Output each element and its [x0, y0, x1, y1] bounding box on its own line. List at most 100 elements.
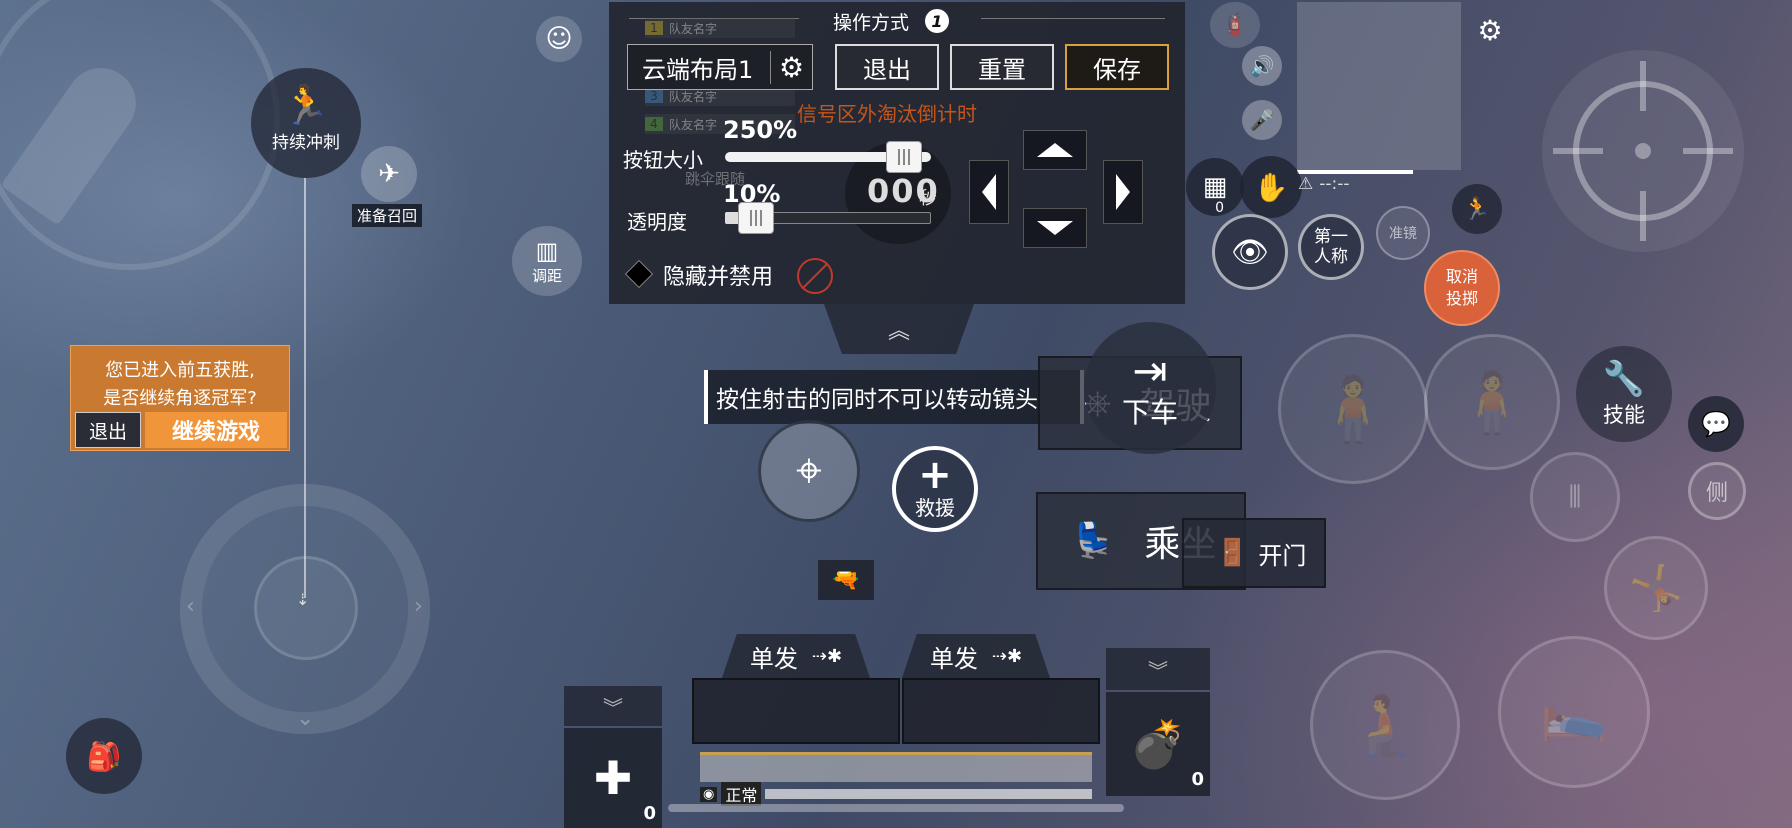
first-person-label: 第一人称: [1314, 227, 1348, 267]
cancel-throw-button[interactable]: 取消投掷: [1424, 250, 1500, 326]
save-button[interactable]: 保存: [1065, 44, 1169, 90]
collapse-panel-tab[interactable]: ︽: [824, 304, 974, 354]
auto-run-button[interactable]: 🏃: [1452, 184, 1502, 234]
scope-button[interactable]: 准镜: [1376, 206, 1430, 260]
weapon-slot-2[interactable]: [902, 678, 1100, 744]
prone-button[interactable]: 🛌: [1498, 636, 1650, 788]
lean-toggle-button[interactable]: 侧: [1688, 462, 1746, 520]
layout-settings-icon[interactable]: ⚙: [770, 50, 804, 84]
move-down-button[interactable]: [1023, 208, 1087, 248]
exit-vehicle-button[interactable]: ⇥ 下车: [1084, 322, 1216, 454]
lean-left-button[interactable]: 🧍: [1278, 334, 1428, 484]
drone-icon: ✈: [378, 159, 400, 189]
speaker-icon: 🔊: [1249, 54, 1275, 78]
reset-button[interactable]: 重置: [950, 44, 1054, 90]
gear-icon: ⚙: [1477, 13, 1503, 47]
first-person-button[interactable]: 第一人称: [1298, 214, 1364, 280]
mic-button[interactable]: 🎤: [1242, 100, 1282, 140]
continue-game-button[interactable]: 继续游戏: [145, 412, 287, 448]
pistol-slot[interactable]: 🔫: [818, 560, 874, 600]
move-right-button[interactable]: [1103, 160, 1143, 224]
top5-exit-button[interactable]: 退出: [75, 412, 141, 448]
teammate-name: 队友名字: [669, 117, 718, 132]
skill-button[interactable]: 🔧 技能: [1576, 346, 1672, 442]
mic-icon: 🎤: [1249, 108, 1275, 132]
opacity-slider-thumb[interactable]: [737, 202, 774, 234]
pickup-button[interactable]: ✋: [1240, 156, 1302, 218]
ammo-box-icon: ▦: [1202, 172, 1228, 202]
emote-icon: ☺: [545, 24, 573, 54]
layout-name: 云端布局1: [642, 55, 754, 84]
chat-button[interactable]: 💬: [1688, 396, 1744, 452]
ammo-box-button[interactable]: ▦ 0: [1186, 158, 1244, 216]
cancel-throw-label: 取消投掷: [1445, 267, 1478, 308]
rescue-label: 救援: [915, 495, 955, 520]
extinguisher-icon: 🧯: [1210, 2, 1260, 48]
button-size-slider-thumb[interactable]: [886, 141, 923, 173]
bottom-home-bar: [668, 804, 1124, 812]
crouch-icon: 🧎: [1347, 690, 1423, 761]
medkit-expand-tab[interactable]: ︾: [564, 686, 662, 726]
status-label: 正常: [721, 782, 762, 806]
range-button[interactable]: ▥ 调距: [512, 226, 582, 296]
emote-button[interactable]: ☺: [536, 16, 582, 62]
reload-button[interactable]: ⦀: [1530, 452, 1620, 542]
grenade-count: 0: [1191, 769, 1204, 790]
aim-fire-button[interactable]: ⌖: [758, 420, 860, 522]
jump-button[interactable]: 🤸: [1604, 536, 1708, 640]
joystick-arrow-right: ›: [414, 594, 423, 619]
medkit-icon: ✚: [593, 751, 633, 805]
drone-button[interactable]: ✈: [361, 146, 417, 202]
medkit-slot[interactable]: ✚ 0: [564, 728, 662, 828]
panel-title-line-right: [981, 18, 1165, 19]
layout-selector[interactable]: 云端布局1 ⚙: [627, 44, 813, 90]
crosshair-bullet-icon: ⌖: [796, 443, 822, 497]
top5-prompt: 您已进入前五获胜, 是否继续角逐冠军? 退出 继续游戏: [70, 345, 290, 451]
countdown-label: 信号区外淘汰倒计时: [797, 102, 977, 126]
settings-button[interactable]: ⚙: [1470, 10, 1510, 50]
fire-mode-tab-1[interactable]: 单发 ⇢✱: [722, 634, 870, 678]
boost-segment: [765, 789, 1092, 799]
fire-mode-icon: ⇢✱: [991, 645, 1023, 667]
joystick-arrow-down: ⌄: [296, 706, 315, 731]
rescue-button[interactable]: + 救援: [892, 446, 978, 532]
crouch-button[interactable]: 🧎: [1310, 650, 1460, 800]
joystick-knob[interactable]: [254, 556, 358, 660]
layout-edit-panel: 操作方式 1 1 队友名字 3 队友名字 4 队友名字 跳伞跟随 云端布局1 ⚙…: [609, 2, 1185, 304]
sprint-button[interactable]: 🏃 持续冲刺: [251, 68, 361, 178]
lean-toggle-label: 侧: [1705, 481, 1728, 506]
weapon-slot-1[interactable]: [692, 678, 900, 744]
plus-icon: +: [918, 451, 952, 498]
teammate-num: 1: [645, 21, 663, 35]
free-look-button[interactable]: 👁: [1212, 214, 1288, 290]
lean-right-button[interactable]: 🧍: [1424, 334, 1560, 470]
exit-button[interactable]: 退出: [835, 44, 939, 90]
fire-button-top[interactable]: [1542, 50, 1744, 252]
open-door-button[interactable]: 🚪 开门: [1182, 518, 1326, 588]
range-label: 调距: [531, 266, 562, 285]
door-icon: 🚪: [1216, 538, 1249, 568]
hint-tooltip-text: 按住射击的同时不可以转动镜头: [716, 387, 1038, 413]
move-up-button[interactable]: [1023, 130, 1087, 170]
health-bar: [700, 752, 1092, 782]
crosshair-icon: [1553, 61, 1733, 241]
disable-icon[interactable]: [797, 258, 833, 294]
speaker-button[interactable]: 🔊: [1242, 46, 1282, 86]
hide-disable-checkbox[interactable]: [624, 259, 654, 289]
chevron-down-icon: ︾: [603, 695, 623, 720]
hand-icon: ✋: [1253, 170, 1289, 204]
top5-line1: 您已进入前五获胜,: [105, 360, 255, 381]
drone-label: 准备召回: [352, 204, 423, 227]
open-door-label: 开门: [1258, 541, 1307, 570]
minimap[interactable]: [1297, 2, 1461, 170]
skill-label: 技能: [1603, 403, 1645, 427]
backpack-button[interactable]: 🎒: [66, 718, 142, 794]
chevron-down-icon: ︾: [1148, 658, 1168, 683]
grenade-slot[interactable]: 💣 0: [1106, 692, 1210, 796]
move-left-button[interactable]: [969, 160, 1009, 224]
grenade-expand-tab[interactable]: ︾: [1106, 648, 1210, 690]
medkit-count: 0: [643, 803, 656, 824]
seat-icon: 💺: [1072, 521, 1115, 561]
top5-line2: 是否继续角逐冠军?: [103, 388, 257, 409]
fire-mode-tab-2[interactable]: 单发 ⇢✱: [902, 634, 1050, 678]
